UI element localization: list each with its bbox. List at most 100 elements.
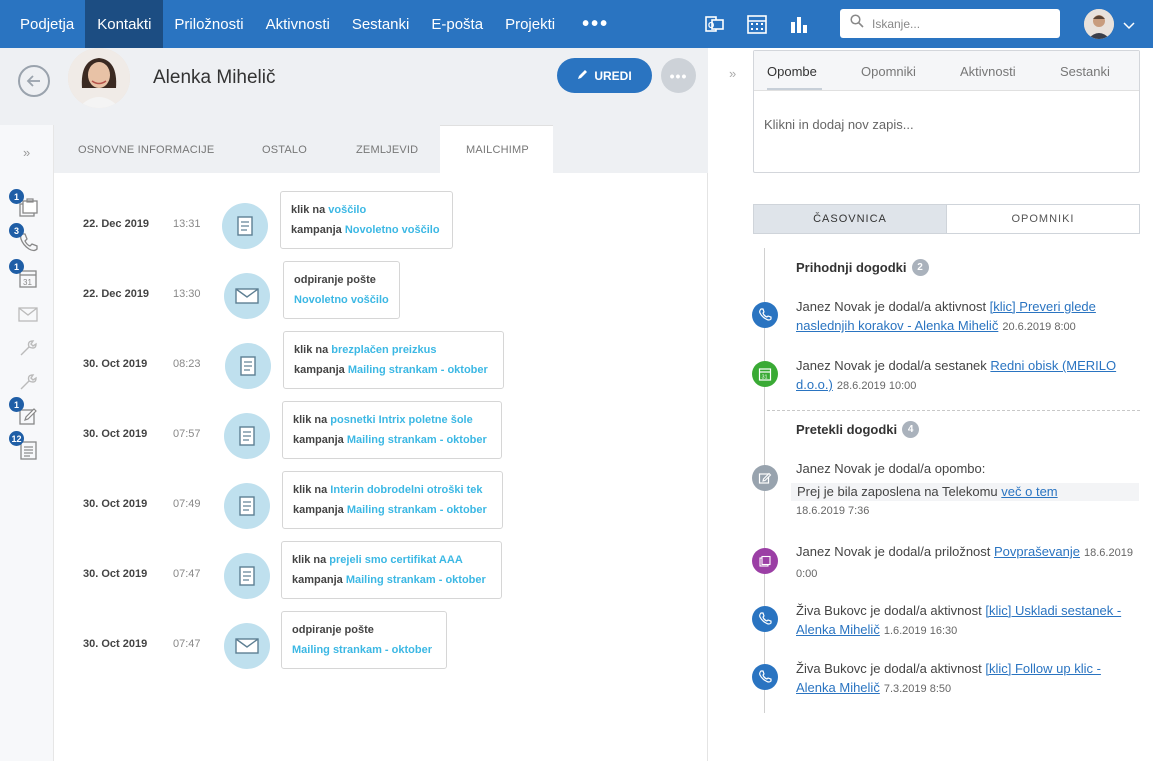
- event-description: Živa Bukovc je dodal/a aktivnost: [796, 603, 986, 618]
- campaign-label: kampanja: [292, 574, 346, 586]
- campaign-label: kampanja: [294, 364, 348, 376]
- campaign-label: kampanja: [291, 224, 345, 236]
- nav-item-sestanki[interactable]: Sestanki: [341, 0, 421, 48]
- event-description: Živa Bukovc je dodal/a aktivnost: [796, 661, 986, 676]
- segment-casovnica[interactable]: ČASOVNICA: [753, 204, 947, 234]
- rail-item-documents[interactable]: 12: [9, 431, 41, 463]
- activity-link[interactable]: Interin dobrodelni otroški tek: [330, 484, 482, 496]
- wrench-icon: [17, 340, 39, 363]
- campaign-label: kampanja: [293, 434, 347, 446]
- activity-label: klik na: [291, 204, 329, 216]
- rail-item-notes[interactable]: 1: [9, 397, 41, 431]
- past-events-header: Pretekli dogodki 4: [796, 421, 920, 438]
- pencil-icon: [17, 408, 39, 431]
- back-button[interactable]: [18, 65, 50, 97]
- campaign-link[interactable]: Mailing strankam - oktober: [346, 574, 486, 586]
- campaign-link[interactable]: Novoletno voščilo: [345, 224, 440, 236]
- phone-icon: [752, 606, 778, 632]
- activity-date: 22. Dec 2019: [83, 218, 150, 230]
- nav-item-aktivnosti[interactable]: Aktivnosti: [255, 0, 341, 48]
- top-navigation: Podjetja Kontakti Priložnosti Aktivnosti…: [0, 0, 1153, 48]
- activity-link[interactable]: prejeli smo certifikat AAA: [329, 554, 462, 566]
- search-box[interactable]: [840, 9, 1060, 38]
- search-input[interactable]: [872, 16, 1042, 31]
- activity-link[interactable]: brezplačen preizkus: [331, 344, 436, 356]
- event-link[interactable]: Povpraševanje: [994, 544, 1080, 559]
- nav-item-projekti[interactable]: Projekti: [494, 0, 566, 48]
- notes-tabs: Opombe Opomniki Aktivnosti Sestanki: [754, 51, 1139, 91]
- event-description: Janez Novak je dodal/a sestanek: [796, 358, 991, 373]
- campaign-link[interactable]: Mailing strankam - oktober: [347, 434, 487, 446]
- event-description: Janez Novak je dodal/a priložnost: [796, 544, 995, 559]
- nav-item-eposta[interactable]: E-pošta: [420, 0, 494, 48]
- nav-item-priloznosti[interactable]: Priložnosti: [163, 0, 254, 48]
- activity-time: 13:30: [173, 288, 201, 300]
- nav-item-kontakti[interactable]: Kontakti: [85, 0, 164, 48]
- tab-opombe[interactable]: Opombe: [767, 64, 817, 79]
- activity-row: 22. Dec 2019 13:30 odpiranje pošte Novoletn…: [54, 247, 708, 319]
- collapse-pane-icon[interactable]: »: [729, 66, 736, 81]
- tab-zemljevid[interactable]: ZEMLJEVID: [356, 125, 418, 174]
- rail-item-email[interactable]: [17, 303, 41, 327]
- activity-time: 07:47: [173, 568, 201, 580]
- document-icon: [224, 483, 270, 529]
- activity-date: 30. Oct 2019: [83, 428, 148, 440]
- tab-opomniki[interactable]: Opomniki: [861, 64, 916, 79]
- wrench-icon: [17, 374, 39, 397]
- past-events-title: Pretekli dogodki: [796, 422, 898, 437]
- past-events-count: 4: [902, 421, 920, 438]
- nav-more-button[interactable]: •••: [566, 13, 625, 36]
- briefcase-icon: [17, 198, 39, 223]
- campaign-link[interactable]: Mailing strankam - oktober: [347, 504, 487, 516]
- calendar-grid-icon[interactable]: [742, 9, 772, 39]
- edit-button[interactable]: UREDI: [557, 58, 652, 93]
- bar-chart-icon[interactable]: [784, 9, 814, 39]
- activity-row: 30. Oct 2019 08:23 klik na brezplačen prei…: [54, 317, 708, 389]
- event-date: 20.6.2019 8:00: [1002, 321, 1076, 333]
- activity-label: klik na: [293, 484, 331, 496]
- tab-aktivnosti[interactable]: Aktivnosti: [960, 64, 1016, 79]
- phone-icon: [752, 302, 778, 328]
- rail-item-tools-2[interactable]: [17, 371, 41, 395]
- expand-rail-icon[interactable]: »: [23, 145, 30, 160]
- campaign-link[interactable]: Novoletno voščilo: [294, 294, 389, 306]
- user-avatar[interactable]: [1084, 9, 1114, 39]
- activity-row: 30. Oct 2019 07:49 klik na Interin dobrode…: [54, 457, 708, 529]
- activity-card: klik na Interin dobrodelni otroški tek ka…: [282, 471, 503, 529]
- event-description: Janez Novak je dodal/a opombo:: [796, 461, 986, 476]
- nav-item-podjetja[interactable]: Podjetja: [9, 0, 85, 48]
- activity-date: 22. Dec 2019: [83, 288, 150, 300]
- chevron-down-icon[interactable]: [1123, 17, 1135, 35]
- campaign-link[interactable]: Mailing strankam - oktober: [348, 364, 488, 376]
- briefcase-icon: [752, 548, 778, 574]
- segment-opomniki[interactable]: OPOMNIKI: [946, 204, 1140, 234]
- rail-item-opportunities[interactable]: 1: [9, 189, 41, 223]
- pencil-icon: [577, 69, 588, 83]
- activity-date: 30. Oct 2019: [83, 358, 148, 370]
- activity-link[interactable]: voščilo: [328, 204, 366, 216]
- activity-link[interactable]: posnetki Intrix poletne šole: [330, 414, 472, 426]
- document-icon: [225, 343, 271, 389]
- rail-badge: 1: [9, 189, 24, 204]
- calendar-icon: 31: [17, 270, 39, 293]
- new-note-input[interactable]: Klikni in dodaj nov zapis...: [764, 117, 914, 132]
- note-more-link[interactable]: več o tem: [1001, 484, 1057, 499]
- rail-item-calls[interactable]: 3: [9, 223, 41, 255]
- rail-item-meetings[interactable]: 1 31: [9, 259, 41, 293]
- tab-sestanki[interactable]: Sestanki: [1060, 64, 1110, 79]
- side-rail: » 1 3 1 31 1 12: [0, 125, 54, 761]
- active-tab-indicator: [767, 88, 822, 90]
- activity-time: 07:47: [173, 638, 201, 650]
- campaign-link[interactable]: Mailing strankam - oktober: [292, 644, 432, 656]
- timeline-event: Janez Novak je dodal/a aktivnost [klic] …: [796, 297, 1141, 337]
- pencil-icon: [752, 465, 778, 491]
- activity-label: odpiranje pošte: [294, 274, 376, 286]
- tab-osnovne-informacije[interactable]: OSNOVNE INFORMACIJE: [78, 125, 214, 174]
- tab-ostalo[interactable]: OSTALO: [262, 125, 307, 174]
- outlook-icon[interactable]: O: [700, 9, 730, 39]
- more-actions-button[interactable]: •••: [661, 58, 696, 93]
- rail-item-tools[interactable]: [17, 337, 41, 361]
- upcoming-events-title: Prihodnji dogodki: [796, 260, 907, 275]
- activity-row: 30. Oct 2019 07:57 klik na posnetki Intrix…: [54, 387, 708, 459]
- tab-mailchimp[interactable]: MAILCHIMP: [440, 125, 553, 174]
